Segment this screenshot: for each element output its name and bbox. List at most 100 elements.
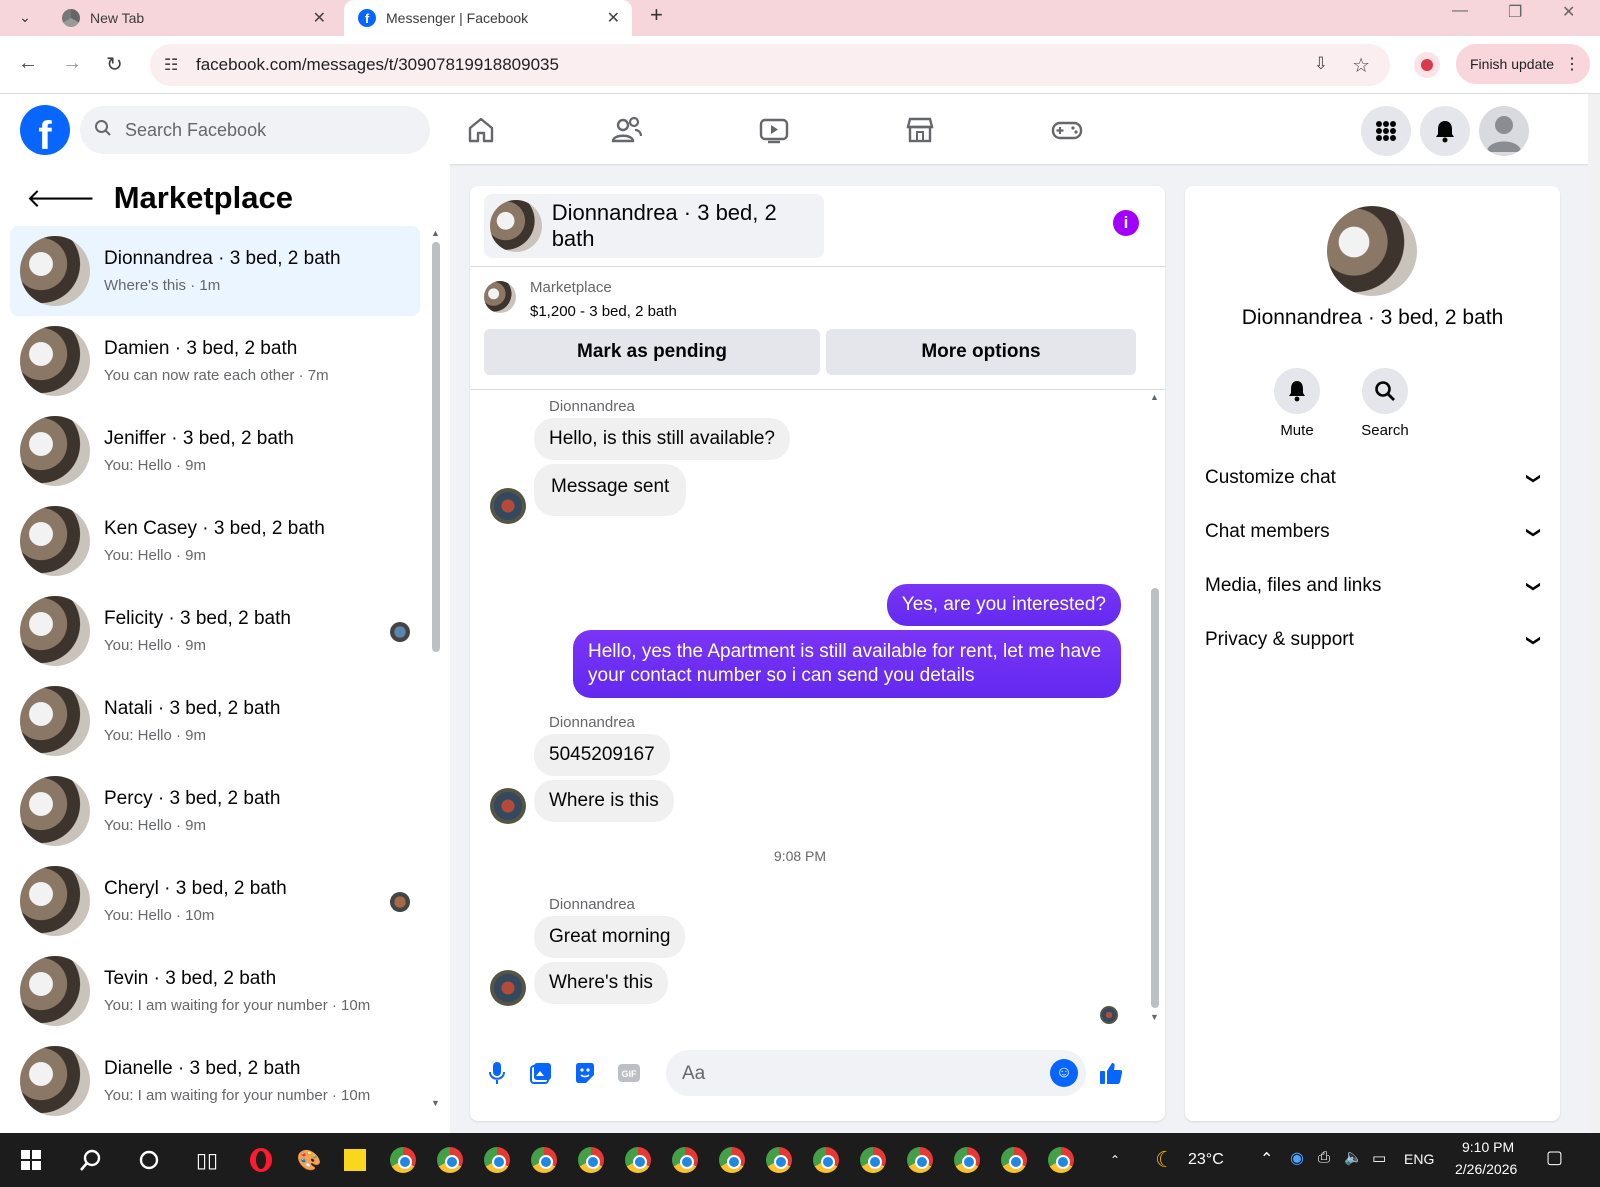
message-bubble[interactable]: 5045209167 xyxy=(534,734,670,776)
notifications-icon[interactable] xyxy=(1420,106,1470,156)
forward-icon[interactable]: → xyxy=(62,52,82,75)
conversation-item[interactable]: Dionnandrea · 3 bed, 2 bath Where's this … xyxy=(10,226,420,316)
conversation-item[interactable]: Tevin · 3 bed, 2 bath You: I am waiting f… xyxy=(10,946,420,1036)
mark-as-pending-button[interactable]: Mark as pending xyxy=(484,329,820,375)
facebook-search-input[interactable]: Search Facebook xyxy=(80,106,430,154)
clock-time[interactable]: 9:10 PM xyxy=(1462,1139,1514,1155)
chrome-taskbar-icon[interactable] xyxy=(811,1145,841,1175)
message-bubble[interactable]: Hello, is this still available? xyxy=(534,418,790,460)
chrome-taskbar-icon[interactable] xyxy=(905,1145,935,1175)
conversation-item[interactable]: Dianelle · 3 bed, 2 bath You: I am waitin… xyxy=(10,1036,420,1126)
gaming-icon[interactable] xyxy=(1049,112,1085,148)
network-status-icon[interactable]: ◉ xyxy=(1290,1148,1304,1168)
chrome-taskbar-icon[interactable] xyxy=(529,1145,559,1175)
details-avatar[interactable] xyxy=(1327,206,1417,296)
close-tab-icon[interactable]: ✕ xyxy=(313,8,326,28)
bookmark-star-icon[interactable]: ☆ xyxy=(1352,53,1370,78)
finish-update-button[interactable]: Finish update ⋮ xyxy=(1456,44,1590,84)
browser-menu-icon[interactable]: ⋮ xyxy=(1564,54,1580,74)
info-icon[interactable]: i xyxy=(1113,210,1139,236)
back-arrow-icon[interactable]: 🡐 xyxy=(26,183,96,214)
chat-scrollbar[interactable]: ▲ ▼ xyxy=(1149,392,1161,1024)
back-icon[interactable]: ← xyxy=(18,52,38,75)
weather-temp[interactable]: 23°C xyxy=(1188,1151,1224,1169)
tray-overflow-icon[interactable]: ⌃ xyxy=(1260,1149,1273,1169)
task-view-icon[interactable]: ▯▯ xyxy=(192,1145,222,1175)
section-customize-chat[interactable]: Customize chat ❯ xyxy=(1205,458,1543,498)
tab-messenger[interactable]: f Messenger | Facebook ✕ xyxy=(344,0,632,36)
meet-now-icon[interactable]: ⎙ xyxy=(1318,1149,1330,1166)
scrollbar-thumb[interactable] xyxy=(432,242,440,652)
scroll-down-icon[interactable]: ▼ xyxy=(431,1098,440,1108)
address-bar[interactable]: ☷ facebook.com/messages/t/30907819918809… xyxy=(150,44,1390,86)
marketplace-icon[interactable] xyxy=(902,112,938,148)
conversation-item[interactable]: Ken Casey · 3 bed, 2 bath You: Hello · 9m xyxy=(10,496,420,586)
chrome-taskbar-icon[interactable] xyxy=(482,1145,512,1175)
conversation-item[interactable]: Jeniffer · 3 bed, 2 bath You: Hello · 9m xyxy=(10,406,420,496)
taskbar-overflow-icon[interactable]: ⌃ xyxy=(1100,1145,1130,1175)
section-media-files-links[interactable]: Media, files and links ❯ xyxy=(1205,566,1543,606)
search-icon[interactable] xyxy=(76,1145,106,1175)
sticker-icon[interactable] xyxy=(572,1060,598,1086)
chrome-taskbar-icon[interactable] xyxy=(858,1145,888,1175)
message-bubble[interactable]: Message sent xyxy=(534,464,687,516)
url-text[interactable]: facebook.com/messages/t/3090781991880903… xyxy=(196,55,559,75)
scroll-up-icon[interactable]: ▲ xyxy=(431,228,440,238)
chrome-taskbar-icon[interactable] xyxy=(388,1145,418,1175)
message-bubble[interactable]: Great morning xyxy=(534,916,686,958)
chrome-taskbar-icon[interactable] xyxy=(999,1145,1029,1175)
chrome-taskbar-icon[interactable] xyxy=(1046,1145,1076,1175)
scrollbar-thumb[interactable] xyxy=(1151,588,1159,1008)
emoji-icon[interactable]: ☺ xyxy=(1050,1059,1078,1087)
friends-icon[interactable] xyxy=(609,112,645,148)
chrome-taskbar-icon[interactable] xyxy=(576,1145,606,1175)
language-indicator[interactable]: ENG xyxy=(1404,1151,1434,1167)
site-info-icon[interactable]: ☷ xyxy=(164,55,178,75)
new-tab-icon[interactable]: + xyxy=(650,2,663,28)
message-bubble-outgoing[interactable]: Hello, yes the Apartment is still availa… xyxy=(573,630,1121,698)
tab-search-menu-icon[interactable]: ⌄ xyxy=(8,2,42,32)
install-app-icon[interactable]: ⇩ xyxy=(1314,54,1328,74)
sidebar-scrollbar[interactable]: ▲ ▼ xyxy=(430,228,442,1108)
windows-start-icon[interactable] xyxy=(16,1145,46,1175)
chat-header[interactable]: Dionnandrea · 3 bed, 2 bath xyxy=(484,194,824,258)
close-tab-icon[interactable]: ✕ xyxy=(607,8,620,28)
microphone-icon[interactable] xyxy=(484,1060,510,1086)
sticky-notes-icon[interactable] xyxy=(340,1145,370,1175)
conversation-item[interactable]: Felicity · 3 bed, 2 bath You: Hello · 9m xyxy=(10,586,420,676)
opera-icon[interactable] xyxy=(246,1145,276,1175)
page-scrollbar[interactable] xyxy=(1588,94,1600,1134)
scroll-down-icon[interactable]: ▼ xyxy=(1150,1012,1159,1022)
weather-moon-icon[interactable]: ☾ xyxy=(1150,1145,1180,1175)
section-chat-members[interactable]: Chat members ❯ xyxy=(1205,512,1543,552)
message-bubble[interactable]: Where is this xyxy=(534,780,674,822)
restore-icon[interactable]: ❐ xyxy=(1508,2,1522,22)
message-bubble[interactable]: Where's this xyxy=(534,962,668,1004)
scroll-up-icon[interactable]: ▲ xyxy=(1150,392,1159,402)
mute-button[interactable]: Mute xyxy=(1257,368,1337,439)
facebook-logo-icon[interactable]: f xyxy=(20,105,70,155)
minimize-icon[interactable]: — xyxy=(1452,2,1468,20)
like-icon[interactable] xyxy=(1098,1060,1124,1086)
notification-center-icon[interactable]: ▢ xyxy=(1546,1147,1563,1168)
video-icon[interactable] xyxy=(756,112,792,148)
display-icon[interactable]: ▭ xyxy=(1372,1149,1386,1167)
chrome-taskbar-icon[interactable] xyxy=(764,1145,794,1175)
cortana-icon[interactable] xyxy=(134,1145,164,1175)
volume-icon[interactable]: 🔈 xyxy=(1344,1148,1363,1166)
conversation-item[interactable]: Percy · 3 bed, 2 bath You: Hello · 9m xyxy=(10,766,420,856)
message-bubble-outgoing[interactable]: Yes, are you interested? xyxy=(886,584,1121,626)
chrome-taskbar-icon[interactable] xyxy=(623,1145,653,1175)
more-options-button[interactable]: More options xyxy=(826,329,1136,375)
conversation-item[interactable]: Damien · 3 bed, 2 bath You can now rate e… xyxy=(10,316,420,406)
message-input[interactable]: Aa ☺ xyxy=(666,1050,1086,1096)
section-privacy-support[interactable]: Privacy & support ❯ xyxy=(1205,620,1543,660)
chrome-taskbar-icon[interactable] xyxy=(670,1145,700,1175)
chrome-taskbar-icon[interactable] xyxy=(435,1145,465,1175)
chrome-taskbar-icon[interactable] xyxy=(717,1145,747,1175)
conversation-item[interactable]: Cheryl · 3 bed, 2 bath You: Hello · 10m xyxy=(10,856,420,946)
home-icon[interactable] xyxy=(463,112,499,148)
menu-grid-icon[interactable] xyxy=(1361,106,1411,156)
tab-new-tab[interactable]: New Tab ✕ xyxy=(48,0,338,36)
profile-icon[interactable] xyxy=(1414,52,1440,78)
